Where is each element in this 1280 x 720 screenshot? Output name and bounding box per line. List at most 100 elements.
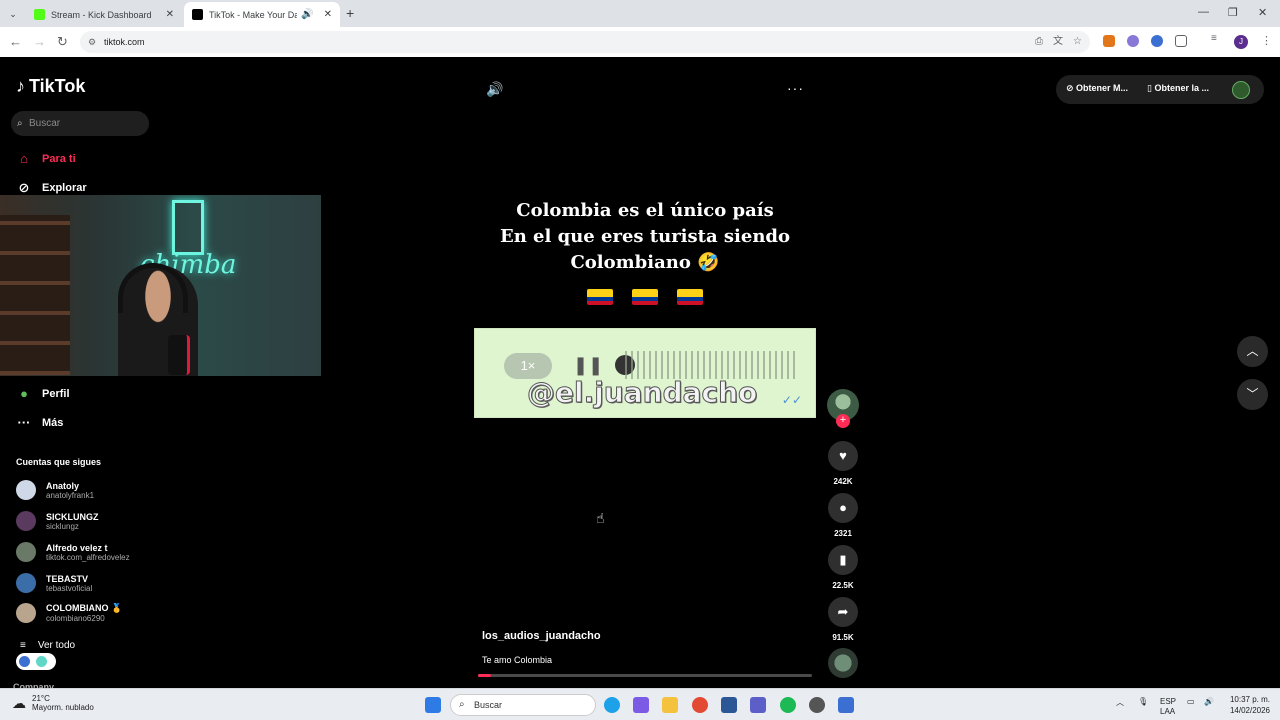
previous-video-button[interactable]: ︿ xyxy=(1237,336,1268,367)
mic-icon[interactable]: 🎙 xyxy=(1138,697,1148,706)
following-item[interactable]: Anatoly anatolyfrank1 xyxy=(16,480,94,500)
tab-title: Stream - Kick Dashboard xyxy=(51,9,152,20)
tab-kick-dashboard[interactable]: Stream - Kick Dashboard ✕ xyxy=(26,2,182,27)
more-icon: ··· xyxy=(17,415,31,430)
spotify-icon[interactable] xyxy=(780,697,796,713)
music-disc[interactable] xyxy=(828,648,858,678)
following-item[interactable]: COLOMBIANO 🥇 colombiano6290 xyxy=(16,603,122,623)
translate-icon[interactable]: 文 xyxy=(1053,31,1063,53)
bookmark-star-icon[interactable]: ☆ xyxy=(1073,31,1082,53)
nav-label: Perfil xyxy=(42,387,70,400)
avatar xyxy=(16,542,36,562)
site-info-icon[interactable]: ⚙ xyxy=(88,31,96,53)
save-button[interactable]: ▮ xyxy=(828,545,858,575)
kick-favicon-icon xyxy=(34,9,45,20)
nav-mas[interactable]: ··· Más xyxy=(16,415,64,430)
taskbar-search[interactable]: ⌕ Buscar xyxy=(450,694,596,716)
address-bar[interactable]: ⚙ tiktok.com ⎙ 文 ☆ xyxy=(80,31,1090,53)
tab-title: TikTok - Make Your Day xyxy=(209,9,298,20)
extensions-puzzle-icon[interactable] xyxy=(1175,35,1187,47)
tab-search-icon[interactable]: ⌄ xyxy=(5,6,21,22)
avatar xyxy=(16,603,36,623)
bookshelf xyxy=(0,215,70,375)
compass-icon: ⊘ xyxy=(18,180,30,195)
coin-icon: ⊘ xyxy=(1066,83,1077,93)
copilot-icon[interactable] xyxy=(633,697,649,713)
nav-perfil[interactable]: ● Perfil xyxy=(16,386,70,401)
restore-button[interactable]: ❐ xyxy=(1228,6,1238,19)
like-button[interactable]: ♥ xyxy=(828,441,858,471)
comment-button[interactable]: ● xyxy=(828,493,858,523)
extension-icon[interactable] xyxy=(1127,35,1139,47)
following-item[interactable]: TEBASTV tebastvoficial xyxy=(16,573,92,593)
video-author[interactable]: los_audios_juandacho xyxy=(482,630,601,642)
speaker-icon[interactable]: 🔊 xyxy=(301,9,313,20)
new-tab-button[interactable]: + xyxy=(346,5,354,21)
close-window-button[interactable]: ✕ xyxy=(1258,6,1267,19)
language-indicator[interactable]: ESP LAA xyxy=(1160,697,1176,717)
minimize-button[interactable]: — xyxy=(1198,6,1209,18)
webcam-overlay: chimba xyxy=(0,195,321,376)
next-video-button[interactable]: ﹀ xyxy=(1237,379,1268,410)
file-explorer-icon[interactable] xyxy=(662,697,678,713)
avatar xyxy=(16,480,36,500)
account-handle: sicklungz xyxy=(46,521,79,531)
browser-menu-icon[interactable]: ⋮ xyxy=(1261,34,1272,47)
following-title: Cuentas que sigues xyxy=(16,457,102,467)
network-icon[interactable]: ▭ xyxy=(1187,697,1195,706)
tab-tiktok[interactable]: TikTok - Make Your Day 🔊 ✕ xyxy=(184,2,340,27)
pause-icon: ❚❚ xyxy=(573,355,604,375)
obs-icon[interactable] xyxy=(809,697,825,713)
account-name: COLOMBIANO 🥇 xyxy=(46,603,123,613)
chrome-icon[interactable] xyxy=(692,697,708,713)
tray-overflow-icon[interactable]: ︿ xyxy=(1116,697,1124,708)
more-options-button[interactable]: ··· xyxy=(787,80,804,96)
search-input[interactable]: ⌕ Buscar xyxy=(11,111,149,136)
time: 10:37 p. m. xyxy=(1229,695,1270,704)
lang-top: ESP xyxy=(1160,697,1177,706)
avatar xyxy=(16,511,36,531)
browser-toolbar: ← → ↻ ⚙ tiktok.com ⎙ 文 ☆ ≡ xyxy=(0,27,1280,57)
search-placeholder: Buscar xyxy=(29,118,61,129)
metamask-extension-icon[interactable] xyxy=(1103,35,1115,47)
start-button[interactable] xyxy=(425,697,441,713)
app-pill[interactable] xyxy=(16,653,56,670)
tiktok-logo[interactable]: ♪ TikTok xyxy=(16,76,85,97)
nav-para-ti[interactable]: ⌂ Para ti xyxy=(16,151,76,166)
word-icon[interactable] xyxy=(721,697,737,713)
media-control-icon[interactable]: ≡ xyxy=(1211,33,1223,45)
back-button[interactable]: ← xyxy=(9,34,22,49)
nav-label: Para ti xyxy=(42,152,76,165)
teams-icon[interactable] xyxy=(750,697,766,713)
get-app-button[interactable]: ▯ Obtener la ... xyxy=(1147,83,1209,94)
reload-button[interactable]: ↻ xyxy=(57,34,68,50)
nav-explorar[interactable]: ⊘ Explorar xyxy=(16,180,87,196)
system-clock[interactable]: 10:37 p. m. 14/02/2026 xyxy=(1222,694,1270,716)
close-tab-icon[interactable]: ✕ xyxy=(166,9,174,20)
share-icon: ➦ xyxy=(837,604,849,619)
browser-tab-strip: ⌄ Stream - Kick Dashboard ✕ TikTok - Mak… xyxy=(0,0,1280,27)
app-icon[interactable] xyxy=(838,697,854,713)
volume-icon[interactable]: 🔊 xyxy=(1204,697,1214,706)
see-all-button[interactable]: ≡ Ver todo xyxy=(20,640,75,651)
profile-avatar[interactable]: J xyxy=(1234,35,1248,49)
user-avatar[interactable] xyxy=(1232,81,1250,99)
forward-button[interactable]: → xyxy=(33,34,46,49)
share-button[interactable]: ➦ xyxy=(828,597,858,627)
follow-plus-icon[interactable]: + xyxy=(836,414,850,428)
account-handle: tebastvoficial xyxy=(46,583,93,593)
get-coins-button[interactable]: ⊘ Obtener M... xyxy=(1066,83,1128,94)
edge-icon[interactable] xyxy=(604,697,620,713)
close-tab-icon[interactable]: ✕ xyxy=(324,9,332,20)
volume-button[interactable]: 🔊 xyxy=(486,81,503,98)
install-app-icon[interactable]: ⎙ xyxy=(1035,31,1043,53)
url-text: tiktok.com xyxy=(104,37,145,47)
following-item[interactable]: SICKLUNGZ sicklungz xyxy=(16,511,99,531)
weather-widget[interactable]: ☁ 21°C Mayorm. nublado xyxy=(12,694,94,712)
video-progress-bar[interactable] xyxy=(478,674,812,677)
save-count: 22.5K xyxy=(832,581,854,590)
following-item[interactable]: Alfredo velez t tiktok.com_alfredovelez xyxy=(16,542,130,562)
profile-icon: ● xyxy=(20,386,28,401)
colombia-flag-icon xyxy=(632,289,658,305)
extension-icon[interactable] xyxy=(1151,35,1163,47)
